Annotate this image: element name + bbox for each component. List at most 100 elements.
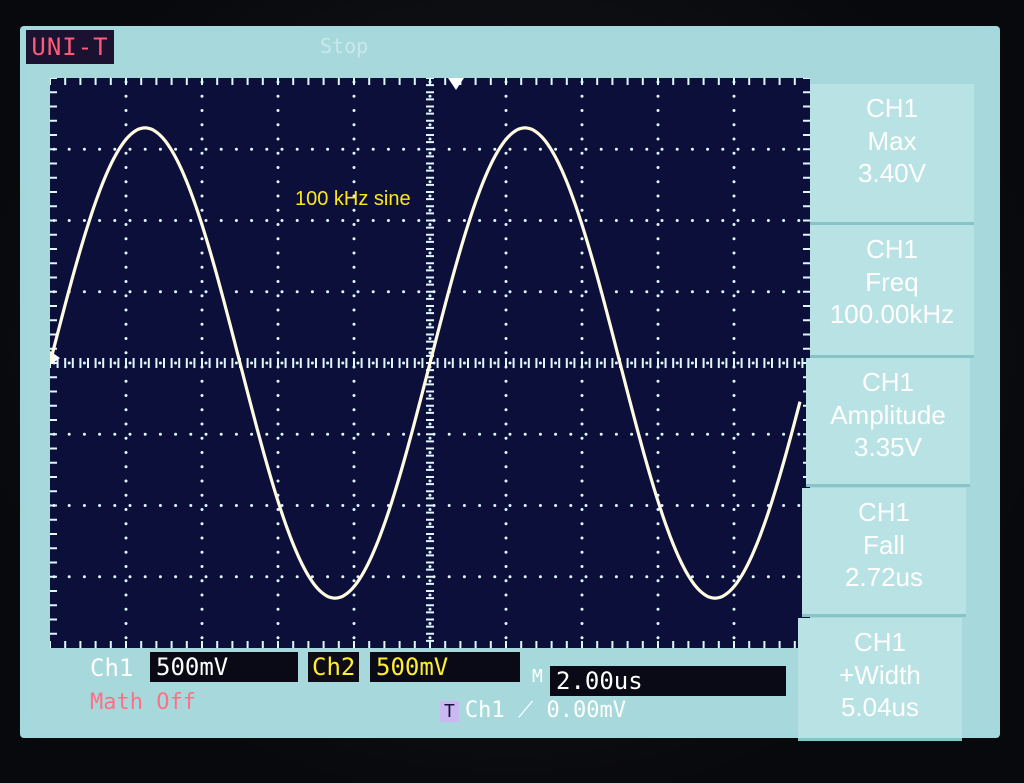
grid-dot <box>250 504 254 507</box>
grid-dot <box>200 508 204 511</box>
grid-dot <box>219 432 223 436</box>
grid-dot <box>428 622 432 625</box>
annotation-label: 100 kHz sine <box>295 188 411 210</box>
grid-dot <box>352 123 356 127</box>
grid-dot <box>200 294 204 298</box>
grid-dot <box>417 290 421 294</box>
grid-dot <box>766 361 770 365</box>
grid-dot <box>98 219 102 222</box>
grid-dot <box>276 308 280 312</box>
grid-dot <box>276 422 280 426</box>
grid-dot <box>706 290 710 294</box>
grid-dot <box>276 265 280 269</box>
grid-dot <box>234 504 238 507</box>
grid-dot <box>200 166 204 169</box>
grid-dot <box>580 593 584 597</box>
grid-dot <box>580 465 584 469</box>
grid-dot <box>113 219 117 222</box>
grid-dot <box>124 237 128 241</box>
grid-dot <box>580 180 584 184</box>
grid-dot <box>200 607 204 611</box>
grid-dot <box>174 219 178 222</box>
grid-dot <box>580 194 584 198</box>
grid-dot <box>280 147 284 151</box>
grid-dot <box>782 575 786 579</box>
menu-value: 2.72us <box>844 562 924 592</box>
grid-dot <box>782 432 786 436</box>
menu-ch1-pos-width[interactable]: CH1 +Width 5.04us <box>798 618 962 741</box>
grid-dot <box>523 575 527 579</box>
grid-dot <box>386 147 390 151</box>
grid-dot <box>428 280 432 283</box>
grid-dot <box>371 432 375 436</box>
menu-ch1-fall[interactable]: CH1 Fall 2.72us <box>802 488 966 617</box>
grid-dot <box>67 432 71 436</box>
grid-dot <box>428 109 432 112</box>
grid-dot <box>200 94 204 98</box>
grid-dot <box>124 379 128 383</box>
grid-dot <box>554 290 558 294</box>
grid-dot <box>124 109 128 112</box>
grid-dot <box>417 575 421 579</box>
grid-dot <box>690 147 694 151</box>
grid-dot <box>276 180 280 184</box>
menu-title: CH1 <box>857 497 910 527</box>
grid-dot <box>508 575 512 579</box>
grid-dot <box>732 493 736 497</box>
grid-dot <box>128 432 132 436</box>
grid-dot <box>371 361 375 365</box>
grid-dot <box>356 361 360 365</box>
grid-dot <box>504 493 508 497</box>
grid-dot <box>128 575 132 579</box>
grid-dot <box>276 536 280 540</box>
grid-dot <box>174 432 178 436</box>
grid-dot <box>428 451 432 454</box>
grid-dot <box>721 432 725 436</box>
grid-dot <box>782 290 786 294</box>
grid-dot <box>478 219 482 222</box>
grid-dot <box>200 194 204 198</box>
menu-ch1-max[interactable]: CH1 Max 3.40V <box>810 84 974 225</box>
grid-dot <box>504 351 508 355</box>
grid-dot <box>428 123 432 127</box>
grid-dot <box>428 536 432 540</box>
grid-dot <box>656 194 660 198</box>
grid-dot <box>276 579 280 583</box>
grid-dot <box>504 280 508 283</box>
grid-dot <box>504 451 508 454</box>
grid-dot <box>356 219 360 222</box>
grid-dot <box>630 432 634 436</box>
grid-dot <box>508 290 512 294</box>
grid-dot <box>158 361 162 365</box>
grid-dot <box>504 565 508 568</box>
grid-dot <box>675 219 679 222</box>
grid-dot <box>554 147 558 151</box>
grid-dot <box>234 219 238 222</box>
grid-dot <box>128 504 132 507</box>
grid-dot <box>504 579 508 583</box>
grid-dot <box>732 508 736 511</box>
grid-dot <box>200 422 204 426</box>
grid-dot <box>276 280 280 283</box>
grid-dot <box>504 465 508 469</box>
grid-dot <box>504 265 508 269</box>
grid-dot <box>504 337 508 340</box>
grid-dot <box>538 432 542 436</box>
menu-ch1-freq[interactable]: CH1 Freq 100.00kHz <box>810 225 974 358</box>
grid-dot <box>523 290 527 294</box>
grid-dot <box>352 379 356 383</box>
grid-dot <box>124 223 128 226</box>
grid-dot <box>386 432 390 436</box>
grid-dot <box>656 180 660 184</box>
grid-dot <box>614 504 618 507</box>
menu-ch1-amplitude[interactable]: CH1 Amplitude 3.35V <box>806 358 970 487</box>
grid-dot <box>124 479 128 483</box>
grid-dot <box>276 351 280 355</box>
grid-dot <box>732 579 736 583</box>
grid-dot <box>356 147 360 151</box>
grid-dot <box>98 147 102 151</box>
grid-dot <box>200 622 204 625</box>
grid-dot <box>538 147 542 151</box>
grid-dot <box>504 180 508 184</box>
grid-dot <box>113 432 117 436</box>
